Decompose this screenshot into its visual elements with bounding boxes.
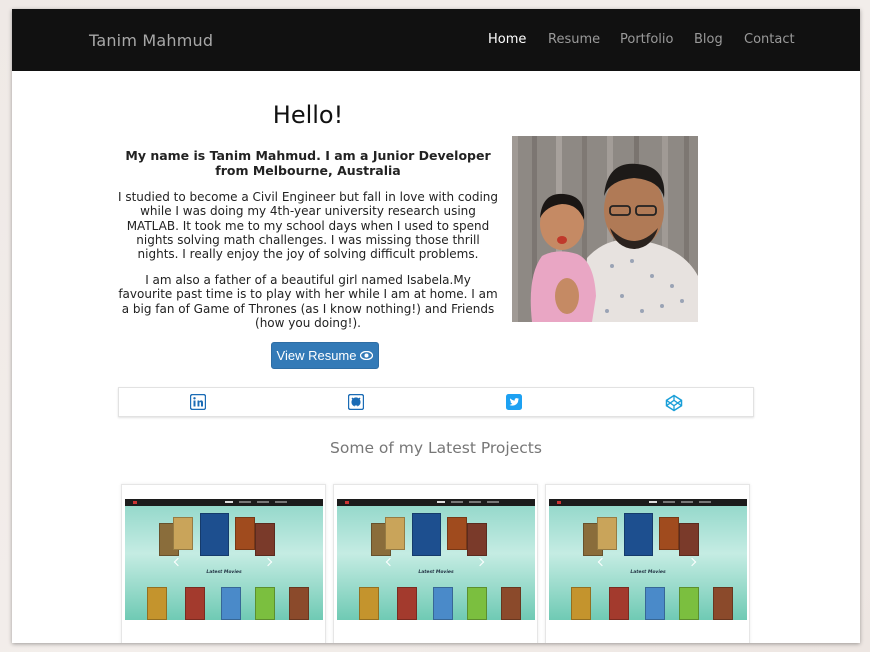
intro-paragraph-1: I studied to become a Civil Engineer but… [117, 190, 498, 262]
project-card[interactable]: Latest Movies [121, 484, 326, 643]
github-icon[interactable] [347, 393, 365, 411]
intro-tagline: My name is Tanim Mahmud. I am a Junior D… [125, 148, 491, 178]
social-links-bar [118, 387, 754, 417]
browser-window: Tanim Mahmud Home Resume Portfolio Blog … [12, 9, 860, 643]
project-thumbnail[interactable]: Latest Movies [337, 499, 535, 620]
view-resume-button[interactable]: View Resume [271, 342, 379, 369]
nav-item-home[interactable]: Home [488, 32, 526, 47]
intro-paragraph-2: I am also a father of a beautiful girl n… [118, 273, 498, 330]
view-resume-label: View Resume [276, 348, 357, 363]
nav-item-portfolio[interactable]: Portfolio [620, 32, 673, 47]
project-caption: Latest Movies [630, 570, 666, 575]
nav-menu: Home Resume Portfolio Blog Contact [12, 32, 860, 52]
project-card[interactable]: Latest Movies [333, 484, 538, 643]
eye-icon [360, 348, 374, 363]
projects-heading: Some of my Latest Projects [330, 439, 542, 457]
twitter-icon[interactable] [506, 394, 522, 410]
nav-item-contact[interactable]: Contact [744, 32, 795, 47]
project-caption: Latest Movies [418, 570, 454, 575]
project-caption: Latest Movies [206, 570, 242, 575]
nav-item-blog[interactable]: Blog [694, 32, 723, 47]
project-card[interactable]: Latest Movies [545, 484, 750, 643]
navbar: Tanim Mahmud Home Resume Portfolio Blog … [12, 9, 860, 71]
linkedin-icon[interactable] [189, 393, 207, 411]
greeting-heading: Hello! [272, 101, 344, 129]
profile-photo [512, 136, 698, 322]
codepen-icon[interactable] [665, 394, 683, 412]
project-thumbnail[interactable]: Latest Movies [549, 499, 747, 620]
project-thumbnail[interactable]: Latest Movies [125, 499, 323, 620]
nav-item-resume[interactable]: Resume [548, 32, 600, 47]
